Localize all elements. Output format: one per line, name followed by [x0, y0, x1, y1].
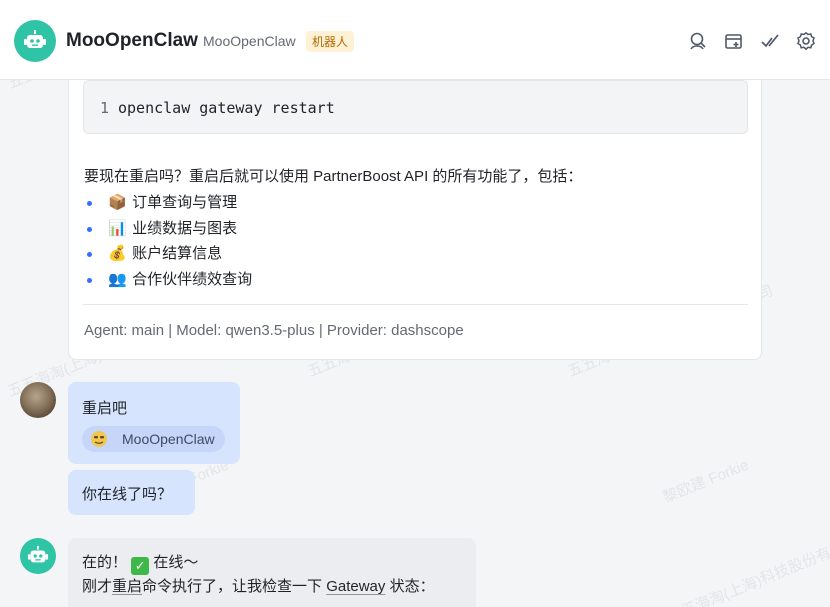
- gear-icon[interactable]: [796, 31, 816, 51]
- bar-chart-icon: 📊: [108, 219, 127, 237]
- bot-message-line: 在的！ ✓ 在线～: [82, 551, 198, 575]
- code-line-number: 1: [100, 99, 110, 117]
- divider: [83, 304, 748, 305]
- bot-text-underlined: 重启: [112, 578, 143, 595]
- chat-subtitle: MooOpenClaw: [203, 33, 296, 49]
- user-message-text: 重启吧: [82, 400, 128, 417]
- chat-window: 五五海淘(上海)科技股份有限公司 黎欧建 Forkie 五五海淘(上海)科技股份…: [0, 0, 830, 607]
- list-item: 📦 订单查询与管理: [84, 190, 252, 216]
- bot-message-line: 刚才重启命令执行了，让我检查一下 Gateway 状态：: [82, 575, 435, 596]
- bullet-dot: [87, 252, 92, 257]
- message-paragraph: 要现在重启吗？重启后就可以使用 PartnerBoost API 的所有功能了，…: [84, 168, 583, 185]
- bot-message-card: 1 openclaw gateway restart 要现在重启吗？重启后就可以…: [68, 80, 762, 360]
- list-item-label: 账户结算信息: [132, 245, 223, 262]
- robot-icon: [27, 545, 49, 563]
- user-message-bubble[interactable]: 重启吧 MooOpenClaw: [68, 382, 240, 464]
- bot-text: 刚才: [82, 578, 113, 595]
- bot-text: 状态：: [385, 578, 435, 595]
- user-message-bubble[interactable]: 你在线了吗？: [68, 470, 195, 515]
- bot-text: 在的！: [82, 554, 128, 571]
- feature-list: 📦 订单查询与管理 📊 业绩数据与图表 💰 账户结算信息 👥 合作伙伴绩效查询: [84, 190, 252, 292]
- watermark-text: 黎欧建 Forkie: [660, 456, 752, 507]
- mention-label: MooOpenClaw: [122, 431, 215, 447]
- bot-text-underlined: Gateway: [326, 578, 386, 595]
- bot-badge: 机器人: [306, 31, 355, 52]
- bullet-dot: [87, 226, 92, 232]
- emoji-face-icon: [91, 431, 107, 447]
- chat-header: MooOpenClaw MooOpenClaw 机器人: [0, 0, 830, 80]
- package-icon: 📦: [108, 194, 127, 211]
- list-item: 👥 合作伙伴绩效查询: [84, 267, 252, 293]
- bullet-dot: [87, 201, 92, 206]
- mention-chip[interactable]: MooOpenClaw: [82, 426, 225, 452]
- robot-icon: [24, 30, 46, 48]
- add-tab-icon[interactable]: [724, 31, 744, 51]
- code-text: openclaw gateway restart: [118, 99, 335, 117]
- bullet-dot: [87, 277, 92, 283]
- money-bag-icon: 💰: [108, 245, 127, 262]
- search-person-icon[interactable]: [688, 31, 708, 51]
- list-item-label: 业绩数据与图表: [132, 219, 238, 237]
- bot-text: 命令执行了，让我检查一下: [142, 578, 327, 595]
- watermark-text: 五五海淘(上海)科技股份有限公司: [665, 527, 830, 607]
- bot-avatar[interactable]: [20, 538, 56, 574]
- user-message-text: 你在线了吗？: [82, 486, 173, 503]
- list-item-label: 订单查询与管理: [132, 194, 238, 211]
- agent-meta-info: Agent: main | Model: qwen3.5-plus | Prov…: [84, 322, 464, 339]
- check-mark-icon: ✓: [131, 557, 150, 575]
- list-item: 💰 账户结算信息: [84, 241, 252, 267]
- user-avatar[interactable]: [20, 382, 56, 418]
- bot-avatar[interactable]: [14, 20, 56, 62]
- check-edit-icon[interactable]: [760, 31, 780, 51]
- bot-text: 在线～: [153, 554, 199, 571]
- chat-title[interactable]: MooOpenClaw: [66, 30, 198, 52]
- code-block[interactable]: 1 openclaw gateway restart: [83, 80, 748, 134]
- bot-message-bubble[interactable]: 在的！ ✓ 在线～ 刚才重启命令执行了，让我检查一下 Gateway 状态：: [68, 538, 476, 607]
- list-item: 📊 业绩数据与图表: [84, 216, 252, 242]
- people-icon: 👥: [108, 270, 127, 288]
- list-item-label: 合作伙伴绩效查询: [132, 270, 253, 288]
